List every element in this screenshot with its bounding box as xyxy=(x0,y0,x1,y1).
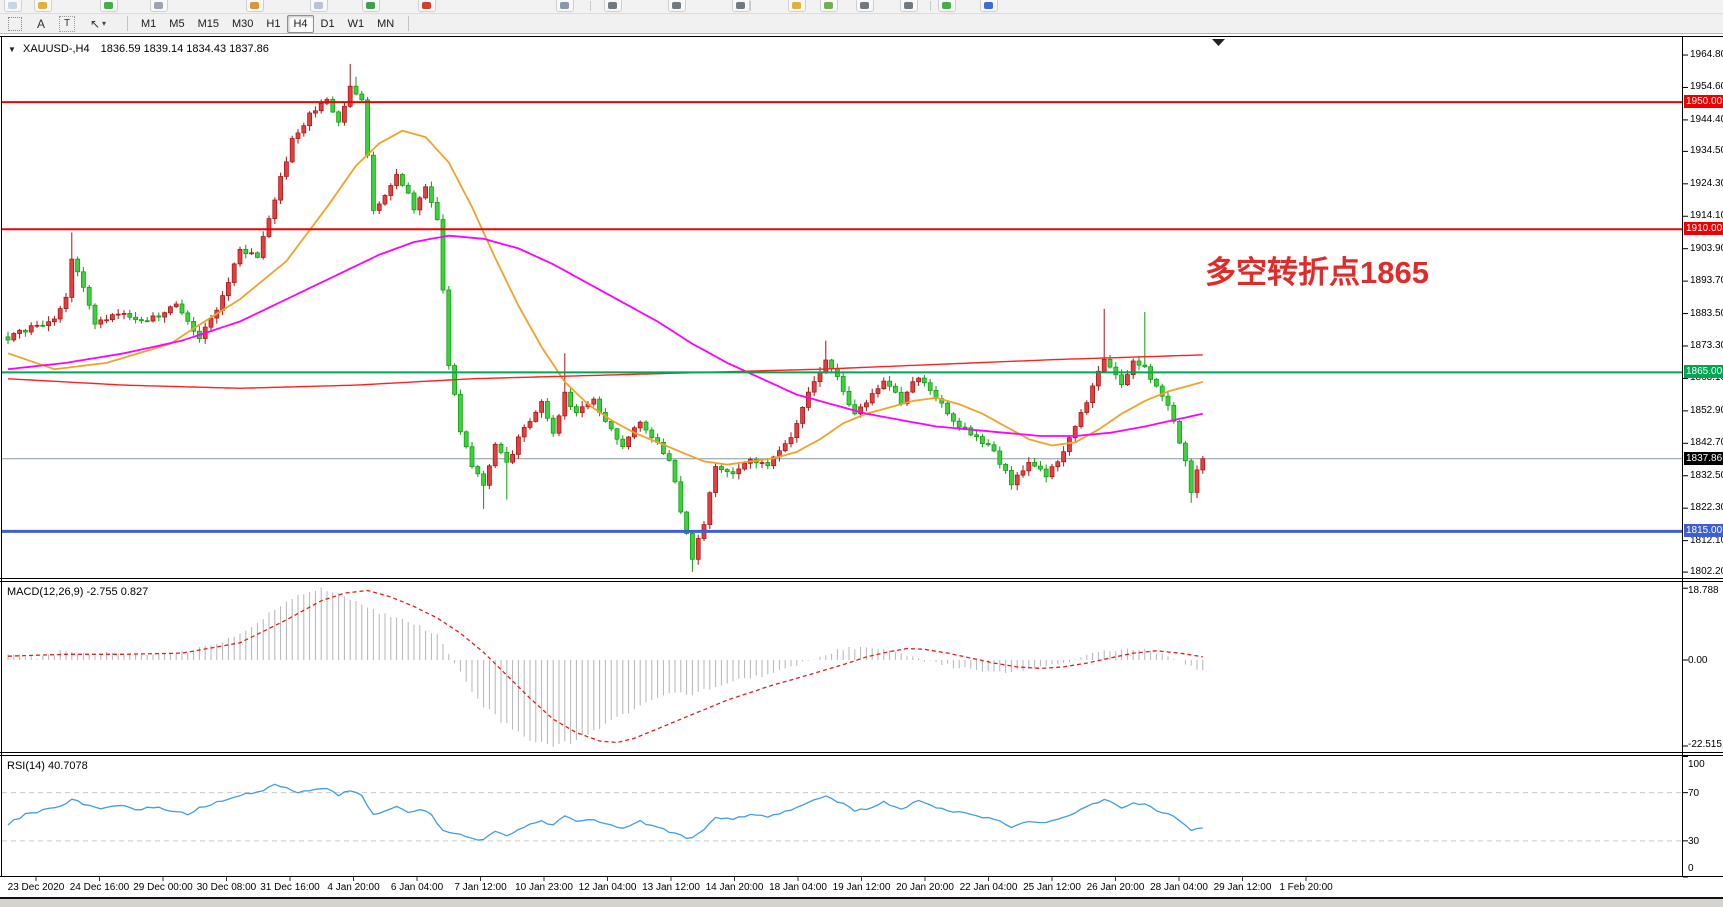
pencil-icon-glyph xyxy=(792,2,801,9)
chevron-down-icon: ▾ xyxy=(102,19,106,28)
add-indicator-icon-glyph xyxy=(942,2,951,9)
timeframe-bar: M1M5M15M30H1H4D1W1MN xyxy=(135,14,401,33)
timeframe-D1[interactable]: D1 xyxy=(315,15,341,33)
palette-icon[interactable] xyxy=(820,0,838,12)
new-chart-icon[interactable] xyxy=(4,0,22,12)
globe-icon-glyph xyxy=(366,2,375,9)
new-chart-icon-glyph xyxy=(8,2,17,9)
toolbar-separator xyxy=(127,16,128,31)
text-label-tool[interactable]: A xyxy=(32,16,50,32)
rsi-panel[interactable] xyxy=(2,757,1682,876)
timeframe-M1[interactable]: M1 xyxy=(135,15,162,33)
crosshair-a-icon[interactable] xyxy=(604,0,622,12)
grid-tool-icon[interactable] xyxy=(6,16,24,32)
crosshair-c-icon-glyph xyxy=(736,2,745,9)
time-axis[interactable] xyxy=(0,877,1723,897)
toolbar-standard xyxy=(0,0,1723,14)
brush-icon-glyph xyxy=(250,2,259,9)
grid-icon xyxy=(8,17,22,31)
mail-icon[interactable] xyxy=(310,0,328,12)
pencil-icon[interactable] xyxy=(788,0,806,12)
chart-add-icon[interactable] xyxy=(100,0,118,12)
timeframe-M5[interactable]: M5 xyxy=(163,15,190,33)
zoom-icon[interactable] xyxy=(34,0,52,12)
timeframe-H1[interactable]: H1 xyxy=(260,15,286,33)
cross-e-icon-glyph xyxy=(904,2,913,9)
refresh-icon[interactable] xyxy=(980,0,998,12)
mail-icon-glyph xyxy=(314,2,323,9)
brush-icon[interactable] xyxy=(246,0,264,12)
toolbar-tools: A T ↖ ▾ M1M5M15M30H1H4D1W1MN xyxy=(0,14,1723,34)
toolbar-separator xyxy=(750,1,751,11)
list-icon-glyph xyxy=(560,2,569,9)
alert-icon-glyph xyxy=(422,2,431,9)
timeframe-H4[interactable]: H4 xyxy=(287,15,313,33)
text-box-tool[interactable]: T xyxy=(58,16,76,32)
textbox-t-icon: T xyxy=(59,16,75,32)
mt4-window: A T ↖ ▾ M1M5M15M30H1H4D1W1MN ▼ XAUUSD-,H… xyxy=(0,0,1723,907)
refresh-icon-glyph xyxy=(984,2,993,9)
horizontal-scrollbar[interactable] xyxy=(0,897,1723,907)
chart-window: ▼ XAUUSD-,H4 1836.59 1839.14 1834.43 183… xyxy=(0,35,1723,907)
main-chart-plot[interactable] xyxy=(2,38,1682,578)
crosshair-b-icon-glyph xyxy=(672,2,681,9)
cross-d-icon-glyph xyxy=(860,2,869,9)
crosshair-b-icon[interactable] xyxy=(668,0,686,12)
add-indicator-icon[interactable] xyxy=(938,0,956,12)
cross-d-icon[interactable] xyxy=(856,0,874,12)
macd-panel[interactable] xyxy=(2,583,1682,752)
globe-icon[interactable] xyxy=(362,0,380,12)
toolbar-separator xyxy=(930,1,931,11)
zoom-icon-glyph xyxy=(38,2,47,9)
alert-icon[interactable] xyxy=(418,0,436,12)
timeframe-M15[interactable]: M15 xyxy=(192,15,225,33)
list-icon[interactable] xyxy=(556,0,574,12)
palette-icon-glyph xyxy=(824,2,833,9)
cross-e-icon[interactable] xyxy=(900,0,918,12)
label-a-icon: A xyxy=(37,17,45,31)
chart-add-icon-glyph xyxy=(104,2,113,9)
toolbar-separator xyxy=(590,1,591,11)
price-axis[interactable] xyxy=(1683,37,1723,877)
cursor-tool[interactable]: ↖ ▾ xyxy=(84,16,112,32)
crosshair-a-icon-glyph xyxy=(608,2,617,9)
crosshair-c-icon[interactable] xyxy=(732,0,750,12)
cursor-icon: ↖ xyxy=(90,17,100,31)
timeframe-M30[interactable]: M30 xyxy=(226,15,259,33)
timeframe-W1[interactable]: W1 xyxy=(342,15,371,33)
profiles-icon[interactable] xyxy=(150,0,168,12)
profiles-icon-glyph xyxy=(154,2,163,9)
toolbar-separator xyxy=(408,16,409,31)
timeframe-MN[interactable]: MN xyxy=(371,15,400,33)
